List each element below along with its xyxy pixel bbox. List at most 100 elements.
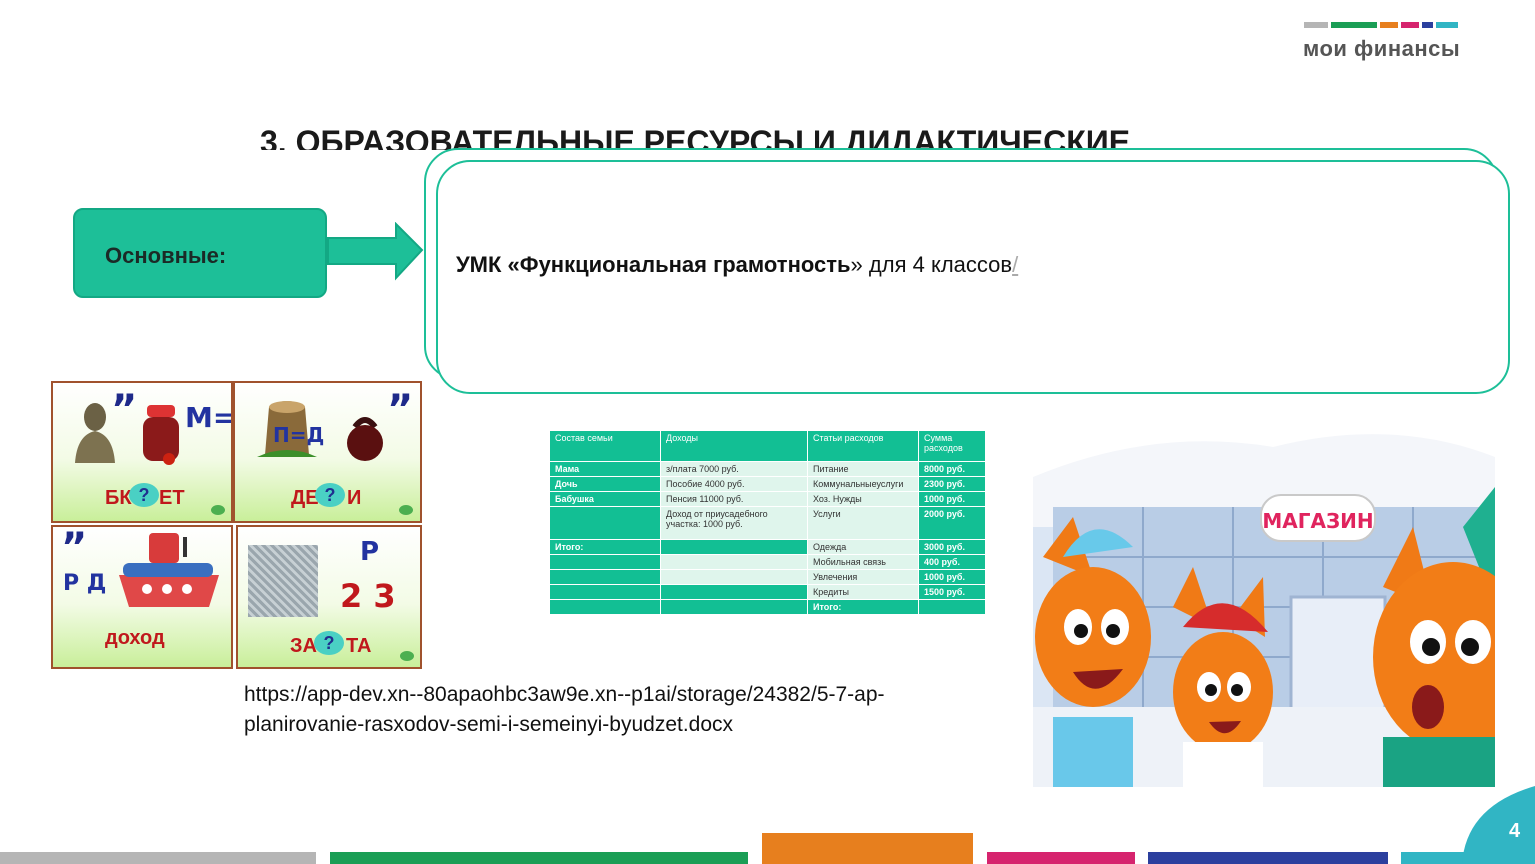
question-icon: ? [315, 483, 345, 507]
table-cell: 8000 руб. [918, 461, 986, 477]
umk-quote: » [850, 252, 863, 277]
table-cell: Доход от приусадебного участка: 1000 руб… [660, 506, 808, 540]
nav-dot-icon[interactable] [211, 505, 225, 515]
table-cell [660, 599, 808, 615]
logo-bar [1436, 22, 1459, 28]
table-cell: 2300 руб. [918, 476, 986, 492]
ship-icon [119, 533, 219, 607]
table-cell: з/плата 7000 руб. [660, 461, 808, 477]
table-row: Бабушка Пенсия 11000 руб. Хоз. Нужды 100… [549, 491, 986, 507]
arrow-right-icon [327, 222, 424, 281]
kettlebell-icon [347, 417, 383, 461]
table-cell: Одежда [807, 539, 919, 555]
table-cell [660, 569, 808, 585]
game-tile-budget[interactable]: ” М=Т БК ? ЕТ [51, 381, 233, 523]
table-cell: Итого: [549, 539, 661, 555]
cartoon-cats-shop-image: МАГАЗИН [1033, 407, 1495, 787]
tile-quote: ” [61, 525, 88, 571]
nav-dot-icon[interactable] [399, 505, 413, 515]
logo-bar [1379, 22, 1398, 28]
family-budget-table: Состав семьи Доходы Статьи расходов Сумм… [549, 430, 986, 615]
tile-word: доход [105, 627, 165, 649]
table-cell [549, 554, 661, 570]
table-cell: Увлечения [807, 569, 919, 585]
table-cell [549, 506, 661, 540]
table-cell: 1000 руб. [918, 569, 986, 585]
table-cell: Хоз. Нужды [807, 491, 919, 507]
table-row: Увлечения 1000 руб. [549, 569, 986, 585]
logo-bar [1400, 22, 1420, 28]
table-row: Мама з/плата 7000 руб. Питание 8000 руб. [549, 461, 986, 477]
table-cell [660, 554, 808, 570]
tile-word-right: И [347, 487, 362, 509]
umk-grade: для 4 классов [862, 252, 1013, 277]
umk-link-slash[interactable]: / [1012, 252, 1018, 277]
table-cell [549, 569, 661, 585]
question-icon: ? [314, 631, 344, 655]
table-cell: Услуги [807, 506, 919, 540]
tile-word-left: ЗА [290, 635, 317, 657]
game-tile-income[interactable]: ” Р Д доход [51, 525, 233, 669]
tile-word-right: ТА [346, 635, 372, 657]
table-header: Сумма расходов [918, 430, 986, 462]
table-cell: Мама [549, 461, 661, 477]
table-row: Дочь Пособие 4000 руб. Коммунальныеуслуг… [549, 476, 986, 492]
footer-bar [1401, 852, 1471, 864]
page-number-badge [1462, 786, 1535, 864]
jam-jar-icon [143, 405, 179, 465]
table-cell [549, 599, 661, 615]
table-cell: Дочь [549, 476, 661, 492]
tile-letters: Р Д [63, 571, 107, 596]
main-resources-button[interactable]: Основные: [73, 208, 327, 298]
slide-title: 3. ОБРАЗОВАТЕЛЬНЫЕ РЕСУРСЫ И ДИДАКТИЧЕСК… [260, 124, 1131, 150]
footer-bar [987, 852, 1135, 864]
table-row: Итого: Одежда 3000 руб. [549, 539, 986, 555]
table-cell: Коммунальныеуслуги [807, 476, 919, 492]
table-cell: Мобильная связь [807, 554, 919, 570]
table-header: Состав семьи [549, 430, 661, 462]
footer-bar [0, 852, 316, 864]
table-cell [549, 584, 661, 600]
table-cell: 1000 руб. [918, 491, 986, 507]
tile-letter: Р [360, 537, 380, 567]
table-cell: 2000 руб. [918, 506, 986, 540]
tile-word-left: ДЕ [291, 487, 319, 509]
page-number: 4 [1509, 820, 1521, 842]
table-cell [660, 539, 808, 555]
logo-bar [1304, 22, 1328, 28]
table-row: Итого: [549, 599, 986, 615]
table-cell [918, 599, 986, 615]
tile-word-right: ЕТ [159, 487, 185, 509]
table-cell [660, 584, 808, 600]
table-header-row: Состав семьи Доходы Статьи расходов Сумм… [549, 430, 986, 462]
tile-quote: ” [111, 387, 138, 433]
textured-square-icon [248, 545, 318, 617]
tile-digits: 2 3 [340, 577, 396, 615]
logo-bar [1330, 22, 1377, 28]
footer-bar [330, 852, 748, 864]
table-cell: Пособие 4000 руб. [660, 476, 808, 492]
table-row: Мобильная связь 400 руб. [549, 554, 986, 570]
logo-text: мои финансы [1303, 36, 1461, 61]
table-cell: Бабушка [549, 491, 661, 507]
nav-dot-icon[interactable] [400, 651, 414, 661]
table-cell: 400 руб. [918, 554, 986, 570]
tile-quote: ” [387, 387, 414, 433]
table-row: Кредиты 1500 руб. [549, 584, 986, 600]
table-header: Статьи расходов [807, 430, 919, 462]
game-tile-money[interactable]: П=Д ” ДЕ ? И [233, 381, 422, 523]
logo-color-bars [1304, 22, 1459, 28]
umk-text: УМК «Функциональная грамотность» для 4 к… [456, 252, 1018, 278]
tile-word-left: БК [105, 487, 132, 509]
table-row: Доход от приусадебного участка: 1000 руб… [549, 506, 986, 540]
question-icon: ? [129, 483, 159, 507]
table-cell: Пенсия 11000 руб. [660, 491, 808, 507]
shop-sign: МАГАЗИН [1262, 509, 1373, 533]
table-cell: Кредиты [807, 584, 919, 600]
game-tile-salary[interactable]: Р 2 3 ЗА ? ТА [236, 525, 422, 669]
table-cell: 3000 руб. [918, 539, 986, 555]
logo-bar [1422, 22, 1434, 28]
footer-bar [762, 833, 973, 864]
table-cell: Питание [807, 461, 919, 477]
resource-link[interactable]: https://app-dev.xn--80apaohbc3aw9e.xn--p… [244, 680, 1004, 740]
